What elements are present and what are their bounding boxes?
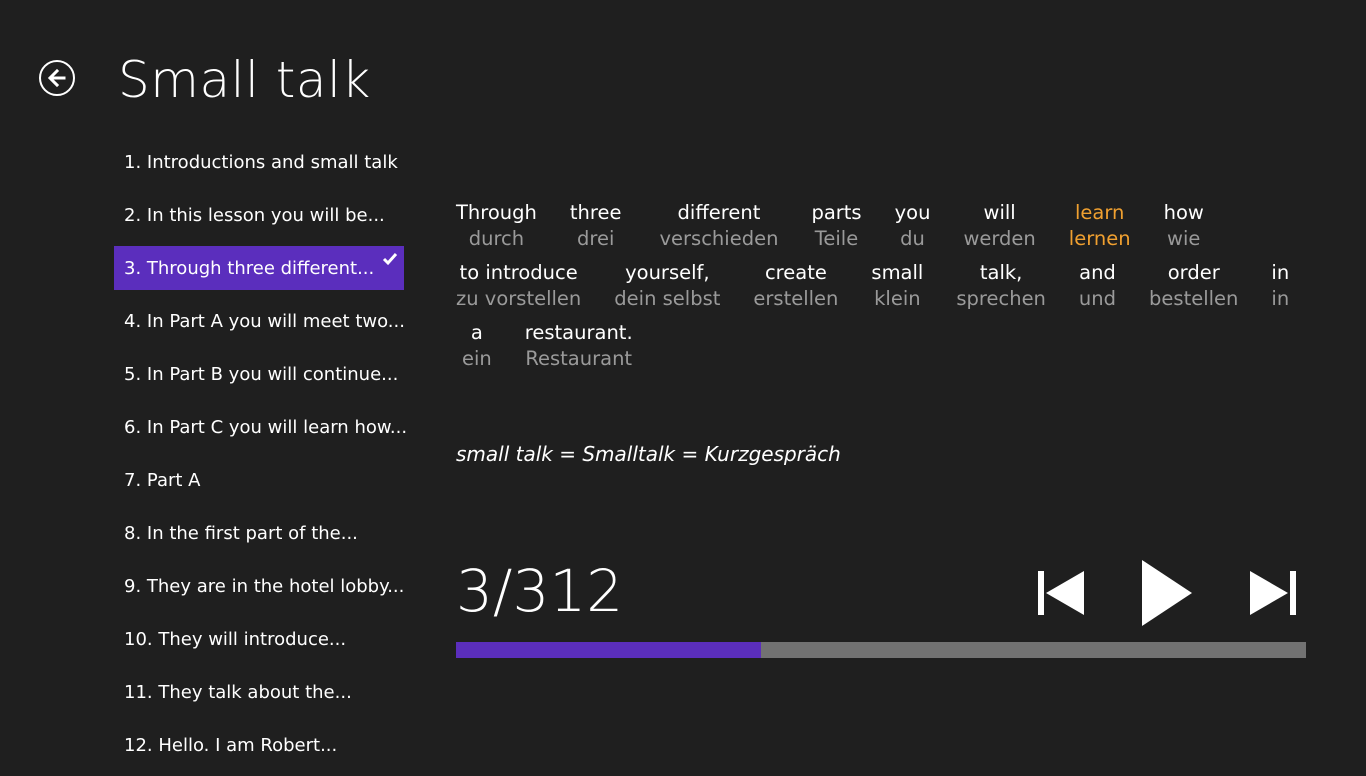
german-translation: und: [1078, 287, 1117, 310]
german-translation: verschieden: [659, 227, 779, 250]
lesson-item[interactable]: 1. Introductions and small talk: [114, 140, 404, 184]
lesson-label: 1. Introductions and small talk: [124, 151, 398, 173]
lesson-label: 12. Hello. I am Robert...: [124, 734, 338, 756]
german-translation: werden: [963, 227, 1036, 250]
german-translation: erstellen: [753, 287, 839, 310]
lesson-item[interactable]: 5. In Part B you will continue...: [114, 352, 404, 396]
english-word: in: [1271, 261, 1290, 284]
german-translation: sprechen: [956, 287, 1046, 310]
english-word: order: [1167, 261, 1220, 284]
sentence-counter: 3/312: [456, 557, 624, 625]
lesson-item[interactable]: 3. Through three different...: [114, 246, 404, 290]
play-icon: [1142, 560, 1192, 626]
word-pair[interactable]: parts Teile: [811, 200, 861, 260]
lesson-label: 3. Through three different...: [124, 257, 375, 279]
german-translation: Restaurant: [525, 347, 633, 370]
word-pair[interactable]: Through durch: [456, 200, 537, 260]
next-button[interactable]: [1248, 570, 1298, 620]
lesson-label: 4. In Part A you will meet two...: [124, 310, 405, 332]
german-translation: bestellen: [1149, 287, 1239, 310]
progress-bar[interactable]: [456, 642, 1306, 658]
german-translation: ein: [462, 347, 492, 370]
vocabulary-note: small talk = Smalltalk = Kurzgespräch: [456, 442, 841, 466]
english-word: to introduce: [459, 261, 578, 284]
sentence-line: to introduce zu vorstellen yourself, dein s…: [456, 260, 1316, 320]
lesson-item[interactable]: 2. In this lesson you will be...: [114, 193, 404, 237]
lesson-item[interactable]: 4. In Part A you will meet two...: [114, 299, 405, 343]
word-pair[interactable]: how wie: [1164, 200, 1204, 260]
lesson-item[interactable]: 9. They are in the hotel lobby...: [114, 564, 404, 608]
lesson-label: 8. In the first part of the...: [124, 522, 358, 544]
lesson-label: 10. They will introduce...: [124, 628, 347, 650]
lesson-item[interactable]: 8. In the first part of the...: [114, 511, 404, 555]
play-button[interactable]: [1140, 558, 1194, 632]
english-word: create: [764, 261, 827, 284]
word-pair[interactable]: order bestellen: [1149, 260, 1238, 320]
lesson-item[interactable]: 11. They talk about the...: [114, 670, 404, 714]
english-word: restaurant.: [524, 321, 633, 344]
lesson-list: 1. Introductions and small talk 2. In thi…: [114, 140, 408, 776]
previous-icon: [1038, 571, 1084, 615]
word-pair[interactable]: restaurant. Restaurant: [525, 320, 633, 380]
next-icon: [1250, 571, 1296, 615]
back-button[interactable]: [39, 60, 75, 96]
word-pair[interactable]: create erstellen: [753, 260, 838, 320]
word-pair[interactable]: different verschieden: [659, 200, 778, 260]
english-word: small: [871, 261, 924, 284]
previous-button[interactable]: [1036, 570, 1086, 620]
english-word: a: [470, 321, 483, 344]
word-pair[interactable]: and und: [1079, 260, 1116, 320]
german-translation: lernen: [1068, 227, 1131, 250]
english-word: you: [894, 201, 931, 224]
english-word: Through: [456, 201, 537, 224]
english-word: different: [677, 201, 761, 224]
lesson-item[interactable]: 6. In Part C you will learn how...: [114, 405, 408, 449]
word-pair[interactable]: learn lernen: [1069, 200, 1131, 260]
word-pair[interactable]: a ein: [462, 320, 492, 380]
german-translation: Teile: [814, 227, 859, 250]
lesson-label: 6. In Part C you will learn how...: [124, 416, 408, 438]
german-translation: zu vorstellen: [456, 287, 582, 310]
english-word: and: [1079, 261, 1116, 284]
english-word: will: [983, 201, 1016, 224]
german-translation: wie: [1167, 227, 1201, 250]
page-title: Small talk: [118, 51, 371, 109]
english-word: talk,: [979, 261, 1023, 284]
lesson-label: 9. They are in the hotel lobby...: [124, 575, 405, 597]
german-translation: in: [1271, 287, 1290, 310]
sentence-panel: Through durch three drei different verschiede…: [456, 200, 1316, 380]
word-pair[interactable]: three drei: [570, 200, 622, 260]
lesson-item[interactable]: 7. Part A: [114, 458, 404, 502]
lesson-label: 5. In Part B you will continue...: [124, 363, 399, 385]
english-word: how: [1163, 201, 1204, 224]
lesson-label: 2. In this lesson you will be...: [124, 204, 385, 226]
word-pair[interactable]: talk, sprechen: [956, 260, 1046, 320]
german-translation: durch: [468, 227, 525, 250]
german-translation: du: [900, 227, 925, 250]
word-pair[interactable]: yourself, dein selbst: [614, 260, 720, 320]
word-pair[interactable]: small klein: [871, 260, 923, 320]
english-word: three: [569, 201, 622, 224]
sentence-line: a ein restaurant. Restaurant: [456, 320, 1316, 380]
lesson-label: 11. They talk about the...: [124, 681, 352, 703]
progress-fill: [456, 642, 762, 658]
lesson-item[interactable]: 10. They will introduce...: [114, 617, 404, 661]
english-word: parts: [811, 201, 862, 224]
lesson-item[interactable]: 12. Hello. I am Robert...: [114, 723, 404, 767]
german-translation: drei: [576, 227, 615, 250]
german-translation: dein selbst: [614, 287, 721, 310]
english-word: learn: [1075, 201, 1125, 224]
word-pair[interactable]: in in: [1271, 260, 1289, 320]
check-icon: [382, 253, 398, 266]
german-translation: klein: [874, 287, 921, 310]
word-pair[interactable]: will werden: [963, 200, 1035, 260]
word-pair[interactable]: you du: [895, 200, 931, 260]
sentence-line: Through durch three drei different verschiede…: [456, 200, 1316, 260]
english-word: yourself,: [625, 261, 710, 284]
back-arrow-icon: [47, 68, 66, 88]
word-pair[interactable]: to introduce zu vorstellen: [456, 260, 581, 320]
lesson-label: 7. Part A: [124, 469, 201, 491]
